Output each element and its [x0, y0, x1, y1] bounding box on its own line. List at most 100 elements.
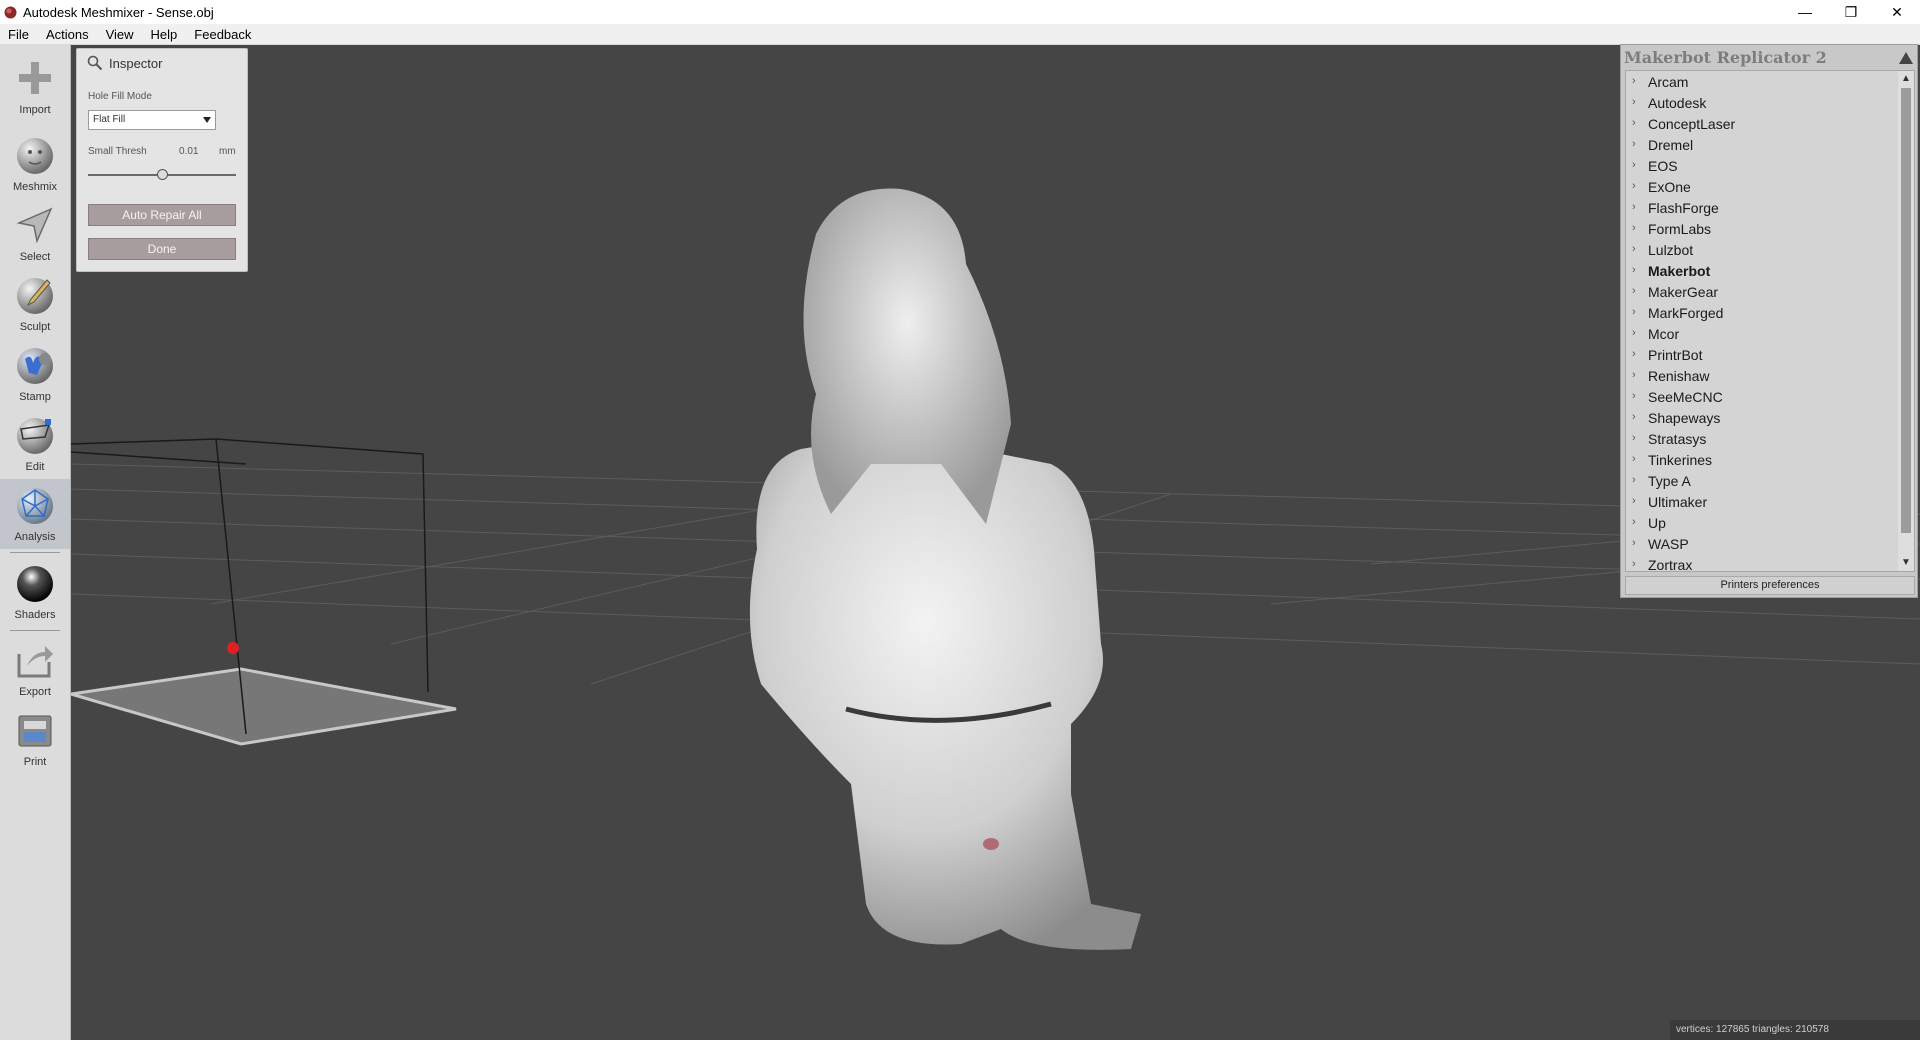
printer-list-label: Arcam: [1648, 74, 1689, 90]
printer-list-item[interactable]: › Makerbot: [1626, 261, 1896, 282]
tool-meshmix[interactable]: Meshmix: [0, 129, 70, 199]
chevron-right-icon[interactable]: ›: [1632, 537, 1636, 549]
meshmix-icon: [17, 138, 53, 174]
hole-fill-dropdown[interactable]: Flat Fill: [88, 110, 216, 130]
chevron-right-icon[interactable]: ›: [1632, 201, 1636, 213]
scroll-down-icon[interactable]: ▼: [1898, 555, 1914, 571]
chevron-right-icon[interactable]: ›: [1632, 348, 1636, 360]
chevron-down-icon: [203, 117, 211, 123]
chevron-right-icon[interactable]: ›: [1632, 411, 1636, 423]
tool-sculpt[interactable]: Sculpt: [0, 269, 70, 339]
chevron-right-icon[interactable]: ›: [1632, 495, 1636, 507]
chevron-right-icon[interactable]: ›: [1632, 180, 1636, 192]
printer-list-item[interactable]: › FormLabs: [1626, 219, 1896, 240]
chevron-right-icon[interactable]: ›: [1632, 285, 1636, 297]
done-button[interactable]: Done: [88, 238, 236, 260]
tool-label: Meshmix: [12, 181, 57, 193]
printer-list-item[interactable]: › FlashForge: [1626, 198, 1896, 219]
chevron-right-icon[interactable]: ›: [1632, 96, 1636, 108]
printer-list-item[interactable]: › Tinkerines: [1626, 450, 1896, 471]
printer-list-label: Up: [1648, 515, 1666, 531]
printer-list-item[interactable]: › Lulzbot: [1626, 240, 1896, 261]
scroll-thumb[interactable]: [1901, 88, 1911, 533]
tool-label: Print: [23, 756, 47, 768]
printer-list-item[interactable]: › ConceptLaser: [1626, 114, 1896, 135]
printer-list-item[interactable]: › Up: [1626, 513, 1896, 534]
menu-feedback[interactable]: Feedback: [186, 27, 260, 42]
inspector-title: Inspector: [109, 55, 163, 71]
printer-list-item[interactable]: › EOS: [1626, 156, 1896, 177]
menu-file[interactable]: File: [0, 27, 38, 42]
close-button[interactable]: ✕: [1874, 0, 1920, 24]
printer-list-label: ExOne: [1648, 179, 1691, 195]
chevron-right-icon[interactable]: ›: [1632, 264, 1636, 276]
small-thresh-value[interactable]: 0.01: [179, 146, 198, 157]
printer-list-item[interactable]: › MakerGear: [1626, 282, 1896, 303]
chevron-right-icon[interactable]: ›: [1632, 159, 1636, 171]
chevron-right-icon[interactable]: ›: [1632, 327, 1636, 339]
minimize-button[interactable]: —: [1782, 0, 1828, 24]
chevron-right-icon[interactable]: ›: [1632, 453, 1636, 465]
tool-analysis[interactable]: Analysis: [0, 479, 70, 549]
printer-list-item[interactable]: › MarkForged: [1626, 303, 1896, 324]
printer-list-item[interactable]: › ExOne: [1626, 177, 1896, 198]
chevron-right-icon[interactable]: ›: [1632, 390, 1636, 402]
edit-icon: [17, 418, 53, 454]
tool-export[interactable]: Export: [0, 634, 70, 704]
printer-list-item[interactable]: › WASP: [1626, 534, 1896, 555]
printer-list-item[interactable]: › Type A: [1626, 471, 1896, 492]
small-thresh-slider-thumb[interactable]: [156, 169, 168, 180]
select-arrow-icon: [16, 207, 53, 244]
printer-list-item[interactable]: › Renishaw: [1626, 366, 1896, 387]
printer-list-item[interactable]: › Autodesk: [1626, 93, 1896, 114]
chevron-right-icon[interactable]: ›: [1632, 117, 1636, 129]
tool-label: Stamp: [19, 391, 51, 403]
tool-label: Analysis: [14, 531, 56, 543]
chevron-right-icon[interactable]: ›: [1632, 243, 1636, 255]
tool-print[interactable]: Print: [0, 704, 70, 774]
printer-list-item[interactable]: › Dremel: [1626, 135, 1896, 156]
small-thresh-label: Small Thresh: [88, 146, 147, 157]
chevron-right-icon[interactable]: ›: [1632, 75, 1636, 87]
printer-list-item[interactable]: › Arcam: [1626, 72, 1896, 93]
printer-list-item[interactable]: › Ultimaker: [1626, 492, 1896, 513]
printer-list-label: FormLabs: [1648, 221, 1712, 237]
printer-list-item[interactable]: › SeeMeCNC: [1626, 387, 1896, 408]
chevron-right-icon[interactable]: ›: [1632, 369, 1636, 381]
auto-repair-all-button[interactable]: Auto Repair All: [88, 204, 236, 226]
menu-view[interactable]: View: [98, 27, 143, 42]
chevron-right-icon[interactable]: ›: [1632, 558, 1636, 570]
restore-button[interactable]: ❐: [1828, 0, 1874, 24]
list-scrollbar[interactable]: ▲ ▼: [1898, 71, 1914, 571]
tool-select[interactable]: Select: [0, 199, 70, 269]
scroll-up-icon[interactable]: ▲: [1898, 71, 1914, 87]
printer-list-item[interactable]: › Shapeways: [1626, 408, 1896, 429]
chevron-right-icon[interactable]: ›: [1632, 432, 1636, 444]
chevron-right-icon[interactable]: ›: [1632, 516, 1636, 528]
collapse-triangle-icon[interactable]: [1899, 52, 1913, 64]
chevron-right-icon[interactable]: ›: [1632, 306, 1636, 318]
printer-list-item[interactable]: › PrintrBot: [1626, 345, 1896, 366]
printer-list-label: WASP: [1648, 536, 1689, 552]
printer-list-label: Autodesk: [1648, 95, 1707, 111]
chevron-right-icon[interactable]: ›: [1632, 222, 1636, 234]
tool-import[interactable]: Import: [0, 52, 70, 122]
printers-preferences-button[interactable]: Printers preferences: [1625, 576, 1915, 595]
tool-shaders[interactable]: Shaders: [0, 557, 70, 627]
chevron-right-icon[interactable]: ›: [1632, 474, 1636, 486]
printer-list-item[interactable]: › Mcor: [1626, 324, 1896, 345]
printer-list-label: Tinkerines: [1648, 452, 1713, 468]
printer-list-item[interactable]: › Stratasys: [1626, 429, 1896, 450]
small-thresh-unit: mm: [219, 146, 236, 157]
printer-list-item[interactable]: › Zortrax: [1626, 555, 1896, 571]
menu-help[interactable]: Help: [143, 27, 187, 42]
menu-bar: File Actions View Help Feedback: [0, 24, 1920, 45]
chevron-right-icon[interactable]: ›: [1632, 138, 1636, 150]
tool-label: Import: [19, 104, 51, 116]
toolbar-divider: [10, 552, 60, 553]
tool-stamp[interactable]: Stamp: [0, 339, 70, 409]
menu-actions[interactable]: Actions: [38, 27, 98, 42]
mesh-figure: [749, 188, 1141, 950]
hole-fill-label: Hole Fill Mode: [88, 91, 152, 102]
tool-edit[interactable]: Edit: [0, 409, 70, 479]
